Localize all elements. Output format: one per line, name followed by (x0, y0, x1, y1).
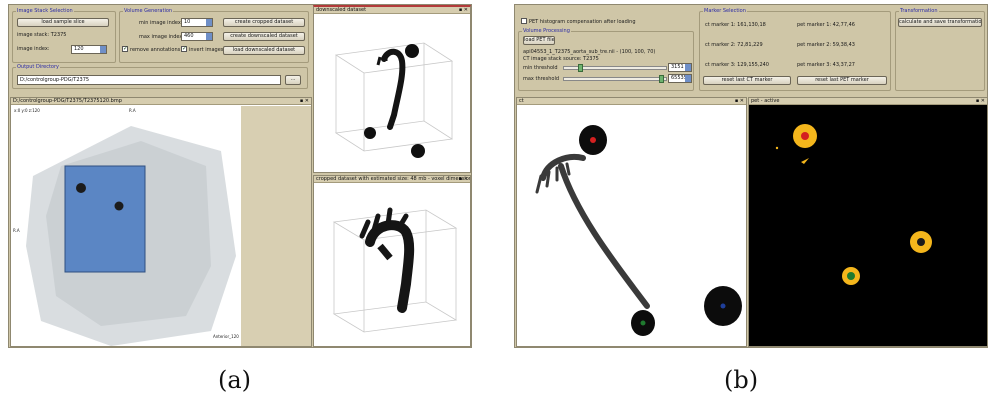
load-pet-file-button[interactable]: load PET file (523, 36, 555, 45)
aorta-shape (381, 48, 406, 130)
ct-slice-image (517, 106, 746, 346)
panel-float-close-icon[interactable]: ▪ ✕ (735, 98, 744, 105)
max-image-index-spinbox[interactable]: 460 (181, 32, 213, 41)
min-threshold-spinbox[interactable]: 3151 (668, 63, 692, 72)
ct-view-panel: ct ▪ ✕ (516, 97, 747, 347)
pet-view-title: pet - active (749, 98, 987, 105)
ct-marker-dot-red (590, 137, 596, 143)
remove-annotations-label: remove annotations (130, 47, 181, 53)
cropped-dataset-panel: cropped dataset with estimated size: 48 … (313, 175, 471, 347)
min-image-index-label: min image index: (139, 20, 183, 26)
downscaled-dataset-title: downscaled dataset (314, 7, 470, 14)
selection-box (64, 165, 146, 273)
max-threshold-spinbox[interactable]: 65535 (668, 74, 692, 83)
slice-label-right: R.A (129, 108, 136, 113)
downscaled-3d-view (334, 42, 454, 158)
pet-file-label: api04553_1_T2375_aorta_sub_tre.nii - (10… (523, 49, 656, 55)
cropped-dataset-title: cropped dataset with estimated size: 48 … (314, 176, 471, 183)
vessel-blob-1 (76, 183, 86, 193)
ct-marker-dot-green (640, 320, 646, 326)
min-threshold-slider[interactable] (563, 64, 667, 72)
caption-a: (a) (218, 366, 252, 394)
pet-marker-3: pet marker 3: 43,37,27 (797, 62, 855, 68)
volume-processing-group-title: Volume Processing (522, 28, 571, 34)
slice-view-title: D:/controlgroup-PDG/T2375/T2375120.bmp (11, 98, 311, 105)
panel-float-close-icon[interactable]: ▪ ✕ (459, 176, 468, 183)
ct-marker-1: ct marker 1: 161,130,18 (705, 22, 766, 28)
calculate-transformation-button[interactable]: calculate and save transformation (898, 18, 982, 27)
screenshot-a: Image Stack Selection load sample slice … (8, 4, 472, 348)
cropped-3d-view (332, 207, 458, 333)
panel-float-close-icon[interactable]: ▪ ✕ (976, 98, 985, 105)
min-threshold-label: min threshold (523, 65, 558, 71)
downscaled-dataset-panel: downscaled dataset ▪ ✕ (313, 5, 471, 173)
panel-float-close-icon[interactable]: ▪ ✕ (459, 7, 468, 14)
vessel-blob-2 (114, 201, 124, 211)
marker-sphere-1 (405, 44, 419, 58)
image-stack-group-title: Image Stack Selection (16, 8, 74, 14)
volume-generation-group-title: Volume Generation (123, 8, 174, 14)
max-image-index-label: max image index: (139, 34, 185, 40)
pet-view-panel: pet - active ▪ ✕ (748, 97, 987, 347)
panel-float-close-icon[interactable]: ▪ ✕ (300, 98, 309, 105)
max-threshold-label: max threshold (523, 76, 560, 82)
output-directory-field[interactable]: D:/controlgroup-PDG/T2375 (17, 75, 281, 85)
pet-marker-1: pet marker 1: 42,77,46 (797, 22, 855, 28)
ct-marker-3: ct marker 3: 129,155,240 (705, 62, 769, 68)
slice-corner-label-br: Anterior_120 (213, 334, 239, 339)
ct-marker-dot-blue (720, 303, 726, 309)
screenshot-b: PET histogram compensation after loading… (514, 4, 988, 348)
max-threshold-slider[interactable] (563, 75, 667, 83)
ct-marker-2: ct marker 2: 72,81,229 (705, 42, 763, 48)
load-downscaled-dataset-button[interactable]: load downscaled dataset (223, 46, 305, 55)
min-image-index-spinbox[interactable]: 10 (181, 18, 213, 27)
aorta-volume-shape (365, 220, 415, 313)
pet-slice-image (749, 106, 987, 346)
pet-histogram-label: PET histogram compensation after loading (529, 19, 636, 25)
marker-sphere-2 (364, 127, 376, 139)
remove-annotations-checkbox[interactable] (122, 45, 128, 52)
slice-label-left: R.A (13, 228, 20, 233)
image-stack-label: image stack: T2375 (17, 32, 67, 38)
slice-view-panel: D:/controlgroup-PDG/T2375/T2375120.bmp ▪… (10, 97, 312, 347)
max-threshold-knob[interactable] (659, 75, 665, 83)
output-directory-group-title: Output Directory (16, 64, 61, 70)
caption-b: (b) (724, 366, 759, 394)
ct-view-title: ct (517, 98, 746, 105)
browse-button[interactable]: ... (285, 75, 301, 85)
slice-image (11, 106, 311, 346)
image-index-spinbox[interactable]: 120 (71, 45, 107, 54)
slice-corner-label-tl: x:0 y:0 z:120 (14, 108, 40, 113)
pet-histogram-checkbox[interactable] (521, 18, 527, 24)
marker-sphere-3 (411, 144, 425, 158)
invert-images-checkbox[interactable] (181, 45, 187, 52)
invert-images-label: invert images (189, 47, 224, 53)
ct-source-label: CT image stack source: T2375 (523, 56, 599, 62)
image-index-label: image index: (17, 46, 50, 52)
create-downscaled-dataset-button[interactable]: create downscaled dataset (223, 32, 305, 41)
create-cropped-dataset-button[interactable]: create cropped dataset (223, 18, 305, 27)
marker-selection-group-title: Marker Selection (703, 8, 747, 14)
transformation-group-title: Transformation (899, 8, 939, 14)
reset-last-pet-marker-button[interactable]: reset last PET marker (797, 76, 887, 85)
load-sample-slice-button[interactable]: load sample slice (17, 18, 109, 27)
reset-last-ct-marker-button[interactable]: reset last CT marker (703, 76, 791, 85)
pet-marker-2: pet marker 2: 59,38,43 (797, 42, 855, 48)
min-threshold-knob[interactable] (577, 64, 583, 72)
